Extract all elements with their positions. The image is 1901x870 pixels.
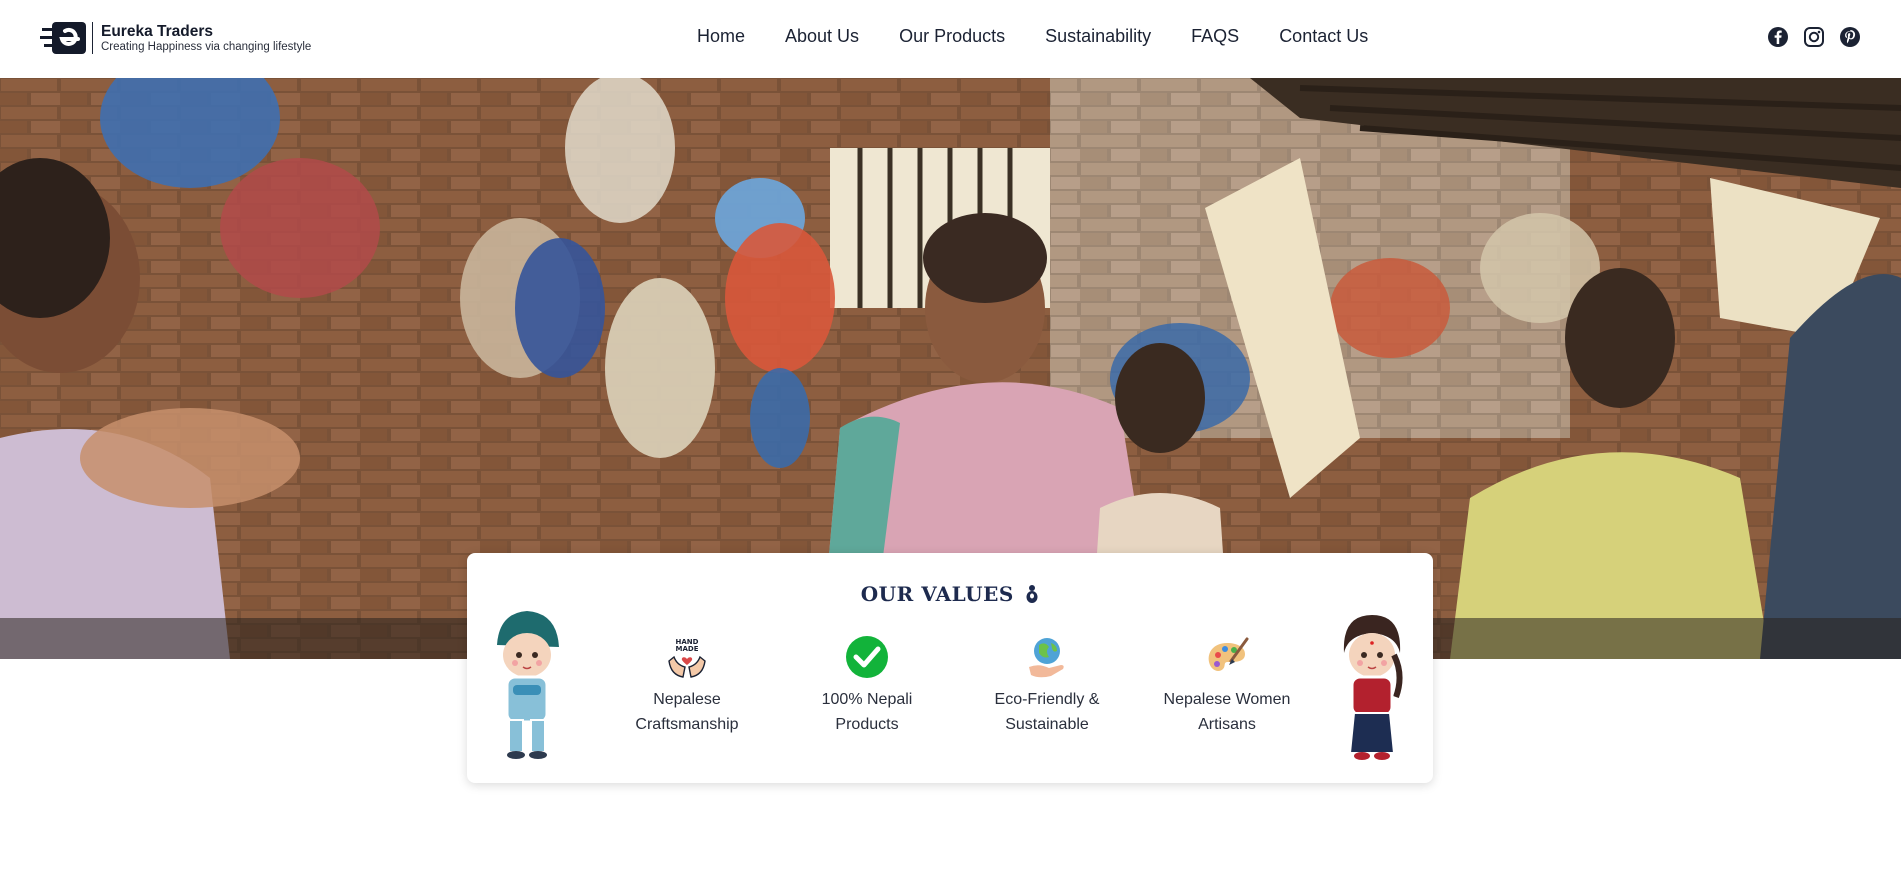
nav-sustainability[interactable]: Sustainability	[1045, 24, 1151, 48]
nav-home[interactable]: Home	[697, 24, 745, 48]
pot-icon	[1026, 585, 1038, 603]
value-eco-friendly: Eco-Friendly & Sustainable	[972, 635, 1122, 737]
social-links	[1767, 26, 1861, 48]
value-label-line2: Products	[835, 716, 899, 733]
nav-our-products[interactable]: Our Products	[899, 24, 1005, 48]
brand-name: Eureka Traders	[101, 22, 214, 40]
our-values-card: OUR VALUES HAND MADE Nepalese Craftsmans…	[467, 553, 1433, 783]
value-women-artisans: Nepalese Women Artisans	[1152, 635, 1302, 737]
globe-in-hand-icon	[1029, 638, 1064, 678]
value-label-line1: Nepalese	[653, 691, 721, 708]
green-check-icon	[846, 636, 888, 678]
value-label-line1: 100% Nepali	[821, 691, 913, 708]
handmade-hands-icon: HAND MADE	[668, 638, 706, 678]
value-label-line2: Artisans	[1198, 716, 1256, 733]
instagram-icon[interactable]	[1803, 26, 1825, 48]
value-nepalese-craftsmanship: HAND MADE Nepalese Craftsmanship	[612, 635, 762, 737]
value-label-line1: Eco-Friendly &	[994, 691, 1100, 708]
svg-text:MADE: MADE	[676, 645, 699, 653]
value-label-line2: Sustainable	[1005, 716, 1089, 733]
brand-tagline: Creating Happiness via changing lifestyl…	[101, 40, 312, 53]
site-header: Eureka Traders Creating Happiness via ch…	[0, 0, 1901, 78]
facebook-icon[interactable]	[1767, 26, 1789, 48]
brand-divider	[92, 22, 93, 54]
paint-palette-icon	[1208, 637, 1249, 671]
nav-contact-us[interactable]: Contact Us	[1279, 24, 1368, 48]
values-heading: OUR VALUES	[467, 582, 1433, 606]
eureka-logo-icon	[40, 22, 86, 54]
nav-faqs[interactable]: FAQS	[1191, 24, 1239, 48]
value-label-line2: Craftsmanship	[635, 716, 739, 733]
nav-about-us[interactable]: About Us	[785, 24, 859, 48]
value-label-line1: Nepalese Women	[1163, 691, 1291, 708]
nepali-girl-mascot-icon	[1340, 615, 1404, 760]
main-nav: Home About Us Our Products Sustainabilit…	[697, 24, 1368, 48]
values-title-text: OUR VALUES	[860, 582, 1014, 606]
pinterest-icon[interactable]	[1839, 26, 1861, 48]
nepali-boy-mascot-icon	[495, 611, 559, 759]
brand[interactable]: Eureka Traders Creating Happiness via ch…	[40, 20, 311, 56]
value-nepali-products: 100% Nepali Products	[792, 635, 942, 737]
